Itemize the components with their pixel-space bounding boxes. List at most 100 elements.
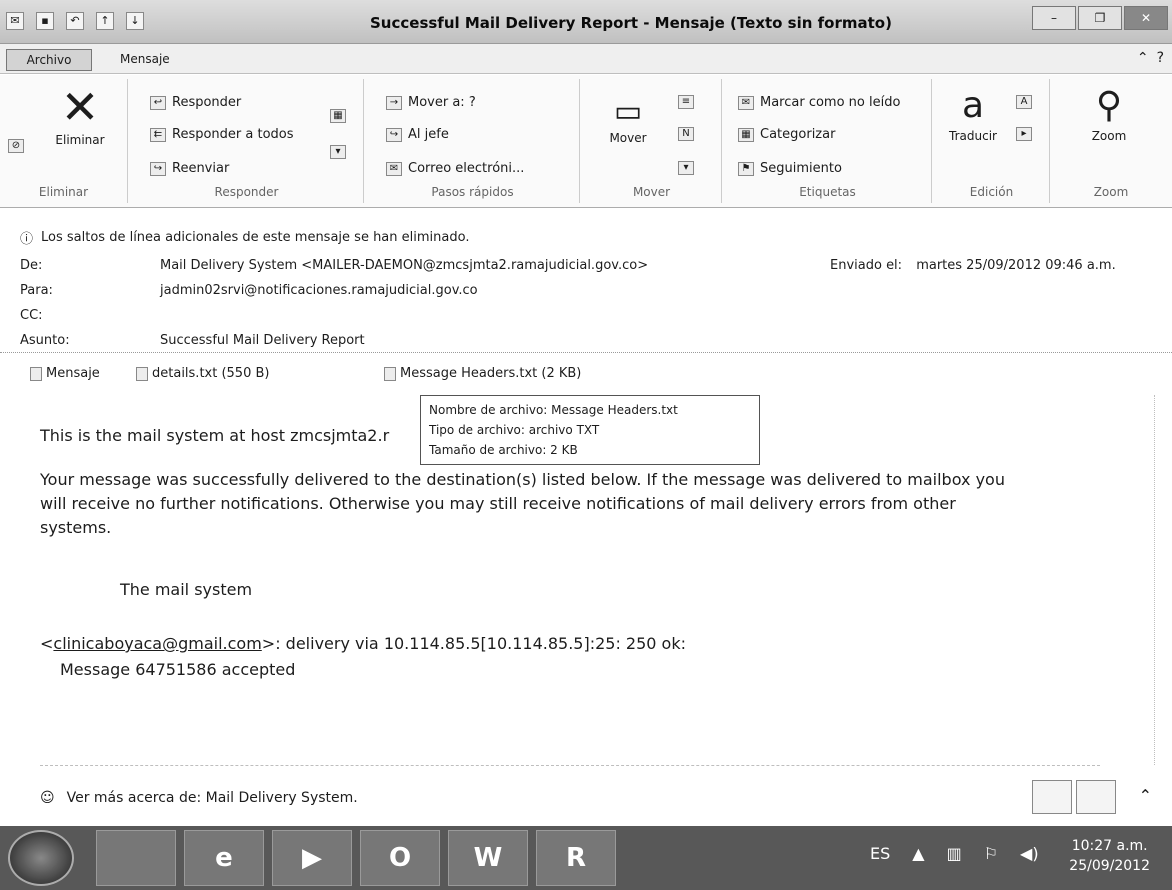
reply-all-icon: ⇇ xyxy=(150,127,166,142)
followup-button[interactable]: ⚑ Seguimiento xyxy=(738,161,842,176)
ribbon-tabs: Archivo Mensaje ⌃ ? xyxy=(0,44,1172,74)
email-icon: ✉ xyxy=(386,161,402,176)
to-boss-button[interactable]: ↪ Al jefe xyxy=(386,127,449,142)
sent-date: Enviado el: martes 25/09/2012 09:46 a.m. xyxy=(830,258,1116,273)
email-button[interactable]: ✉ Correo electróni... xyxy=(386,161,524,176)
delete-group: ✕ Eliminar ⊘ Eliminar xyxy=(0,79,128,203)
txt-file-icon xyxy=(384,366,396,381)
actions-button[interactable]: ▾ xyxy=(678,161,694,175)
rules-icon: ≡ xyxy=(678,95,694,109)
mark-unread-icon: ✉ xyxy=(738,95,754,110)
down-arrow-icon[interactable]: ↓ xyxy=(126,12,144,30)
body-delivery-line: <clinicaboyaca@gmail.com>: delivery via … xyxy=(40,634,686,653)
up-arrow-icon[interactable]: ↑ xyxy=(96,12,114,30)
volume-icon[interactable]: ◀) xyxy=(1020,844,1039,863)
find-icon: A xyxy=(1016,95,1032,109)
body-line-1: This is the mail system at host zmcsjmta… xyxy=(40,426,390,445)
categorize-button[interactable]: ▦ Categorizar xyxy=(738,127,835,142)
tab-message[interactable]: Mensaje xyxy=(120,52,170,66)
people-pane-divider xyxy=(40,765,1100,766)
info-icon: ⓘ xyxy=(20,232,34,247)
taskbar-media[interactable]: ▶ xyxy=(272,830,352,886)
minimize-ribbon-icon[interactable]: ⌃ xyxy=(1137,50,1149,66)
tags-group: ✉ Marcar como no leído ▦ Categorizar ⚑ S… xyxy=(724,79,932,203)
mark-unread-button[interactable]: ✉ Marcar como no leído xyxy=(738,95,900,110)
meeting-button[interactable]: ▦ xyxy=(330,109,346,123)
taskbar-word[interactable]: W xyxy=(448,830,528,886)
reply-button[interactable]: ↩ Responder xyxy=(150,95,241,110)
attachment-bar: Mensaje details.txt (550 B) Message Head… xyxy=(0,360,1172,388)
delete-button[interactable]: ✕ Eliminar xyxy=(40,81,120,147)
undo-icon[interactable]: ↶ xyxy=(66,12,84,30)
edit-group: a Traducir A ▸ Edición xyxy=(934,79,1050,203)
person-photo-button[interactable] xyxy=(1076,780,1116,814)
system-tray: ES ▲ ▥ ⚐ ◀) xyxy=(870,844,1039,863)
window-title: Successful Mail Delivery Report - Mensaj… xyxy=(370,14,892,32)
scrollbar[interactable] xyxy=(1154,395,1172,765)
body-accepted: Message 64751586 accepted xyxy=(60,660,296,679)
taskbar-explorer[interactable] xyxy=(96,830,176,886)
attachment-details[interactable]: details.txt (550 B) xyxy=(136,366,269,381)
select-button[interactable]: ▸ xyxy=(1016,127,1032,141)
expand-pane-icon[interactable]: ⌃ xyxy=(1139,786,1152,805)
rules-button[interactable]: ≡ xyxy=(678,95,694,109)
categorize-icon: ▦ xyxy=(738,127,754,142)
quick-access-toolbar: ✉ ▪ ↶ ↑ ↓ xyxy=(6,12,144,30)
delete-x-icon: ✕ xyxy=(60,80,100,134)
tab-file[interactable]: Archivo xyxy=(6,49,92,71)
ribbon: ✕ Eliminar ⊘ Eliminar ↩ Responder ⇇ Resp… xyxy=(0,75,1172,208)
translate-button[interactable]: a Traducir xyxy=(938,83,1008,143)
flag-icon[interactable]: ⚐ xyxy=(984,844,998,863)
person-photo-button[interactable] xyxy=(1032,780,1072,814)
to-boss-icon: ↪ xyxy=(386,127,402,142)
onenote-icon: N xyxy=(678,127,694,141)
ignore-button[interactable]: ⊘ xyxy=(8,139,24,153)
info-bar[interactable]: ⓘ Los saltos de línea adicionales de est… xyxy=(20,228,469,247)
taskbar-outlook[interactable]: O xyxy=(360,830,440,886)
magnifier-icon: ⚲ xyxy=(1095,85,1123,126)
people-pane[interactable]: ☺ Ver más acerca de: Mail Delivery Syste… xyxy=(40,790,358,806)
header-divider xyxy=(0,352,1172,353)
zoom-group: ⚲ Zoom Zoom xyxy=(1052,79,1170,203)
start-button[interactable] xyxy=(8,830,74,886)
minimize-button[interactable]: – xyxy=(1032,6,1076,30)
more-respond-button[interactable]: ▾ xyxy=(330,145,346,159)
people-pane-toggles xyxy=(1032,780,1116,814)
maximize-button[interactable]: ❐ xyxy=(1078,6,1122,30)
ignore-icon: ⊘ xyxy=(8,139,24,153)
attachment-headers[interactable]: Message Headers.txt (2 KB) xyxy=(384,366,581,381)
title-bar: ✉ ▪ ↶ ↑ ↓ Successful Mail Delivery Repor… xyxy=(0,0,1172,44)
save-icon[interactable]: ▪ xyxy=(36,12,54,30)
move-to-icon: → xyxy=(386,95,402,110)
attachment-message[interactable]: Mensaje xyxy=(30,366,100,381)
respond-group: ↩ Responder ⇇ Responder a todos ↪ Reenvi… xyxy=(130,79,364,203)
clock[interactable]: 10:27 a.m. 25/09/2012 xyxy=(1069,836,1150,876)
window-controls: – ❐ ✕ xyxy=(1032,6,1168,30)
subject-value: Successful Mail Delivery Report xyxy=(160,333,365,348)
help-icon[interactable]: ? xyxy=(1157,50,1164,66)
to-value[interactable]: jadmin02srvi@notificaciones.ramajudicial… xyxy=(160,283,478,298)
taskbar-ie[interactable]: e xyxy=(184,830,264,886)
txt-file-icon xyxy=(136,366,148,381)
from-value[interactable]: Mail Delivery System <MAILER-DAEMON@zmcs… xyxy=(160,258,648,273)
message-icon xyxy=(30,366,42,381)
actions-icon: ▾ xyxy=(678,161,694,175)
taskbar-app[interactable]: R xyxy=(536,830,616,886)
close-button[interactable]: ✕ xyxy=(1124,6,1168,30)
forward-button[interactable]: ↪ Reenviar xyxy=(150,161,229,176)
onenote-button[interactable]: N xyxy=(678,127,694,141)
flag-icon: ⚑ xyxy=(738,161,754,176)
quick-steps-group: → Mover a: ? ↪ Al jefe ✉ Correo electrón… xyxy=(366,79,580,203)
recipient-email-link[interactable]: clinicaboyaca@gmail.com xyxy=(53,634,261,653)
body-para-2: Your message was successfully delivered … xyxy=(40,470,1005,537)
more-icon: ▾ xyxy=(330,145,346,159)
network-icon[interactable]: ▥ xyxy=(947,844,962,863)
outlook-icon[interactable]: ✉ xyxy=(6,12,24,30)
find-button[interactable]: A xyxy=(1016,95,1032,109)
zoom-button[interactable]: ⚲ Zoom xyxy=(1074,83,1144,143)
reply-all-button[interactable]: ⇇ Responder a todos xyxy=(150,127,294,142)
move-to-button[interactable]: → Mover a: ? xyxy=(386,95,476,110)
show-hidden-icons[interactable]: ▲ xyxy=(912,844,924,863)
language-indicator[interactable]: ES xyxy=(870,844,890,863)
move-button[interactable]: ▭ Mover xyxy=(598,93,658,145)
